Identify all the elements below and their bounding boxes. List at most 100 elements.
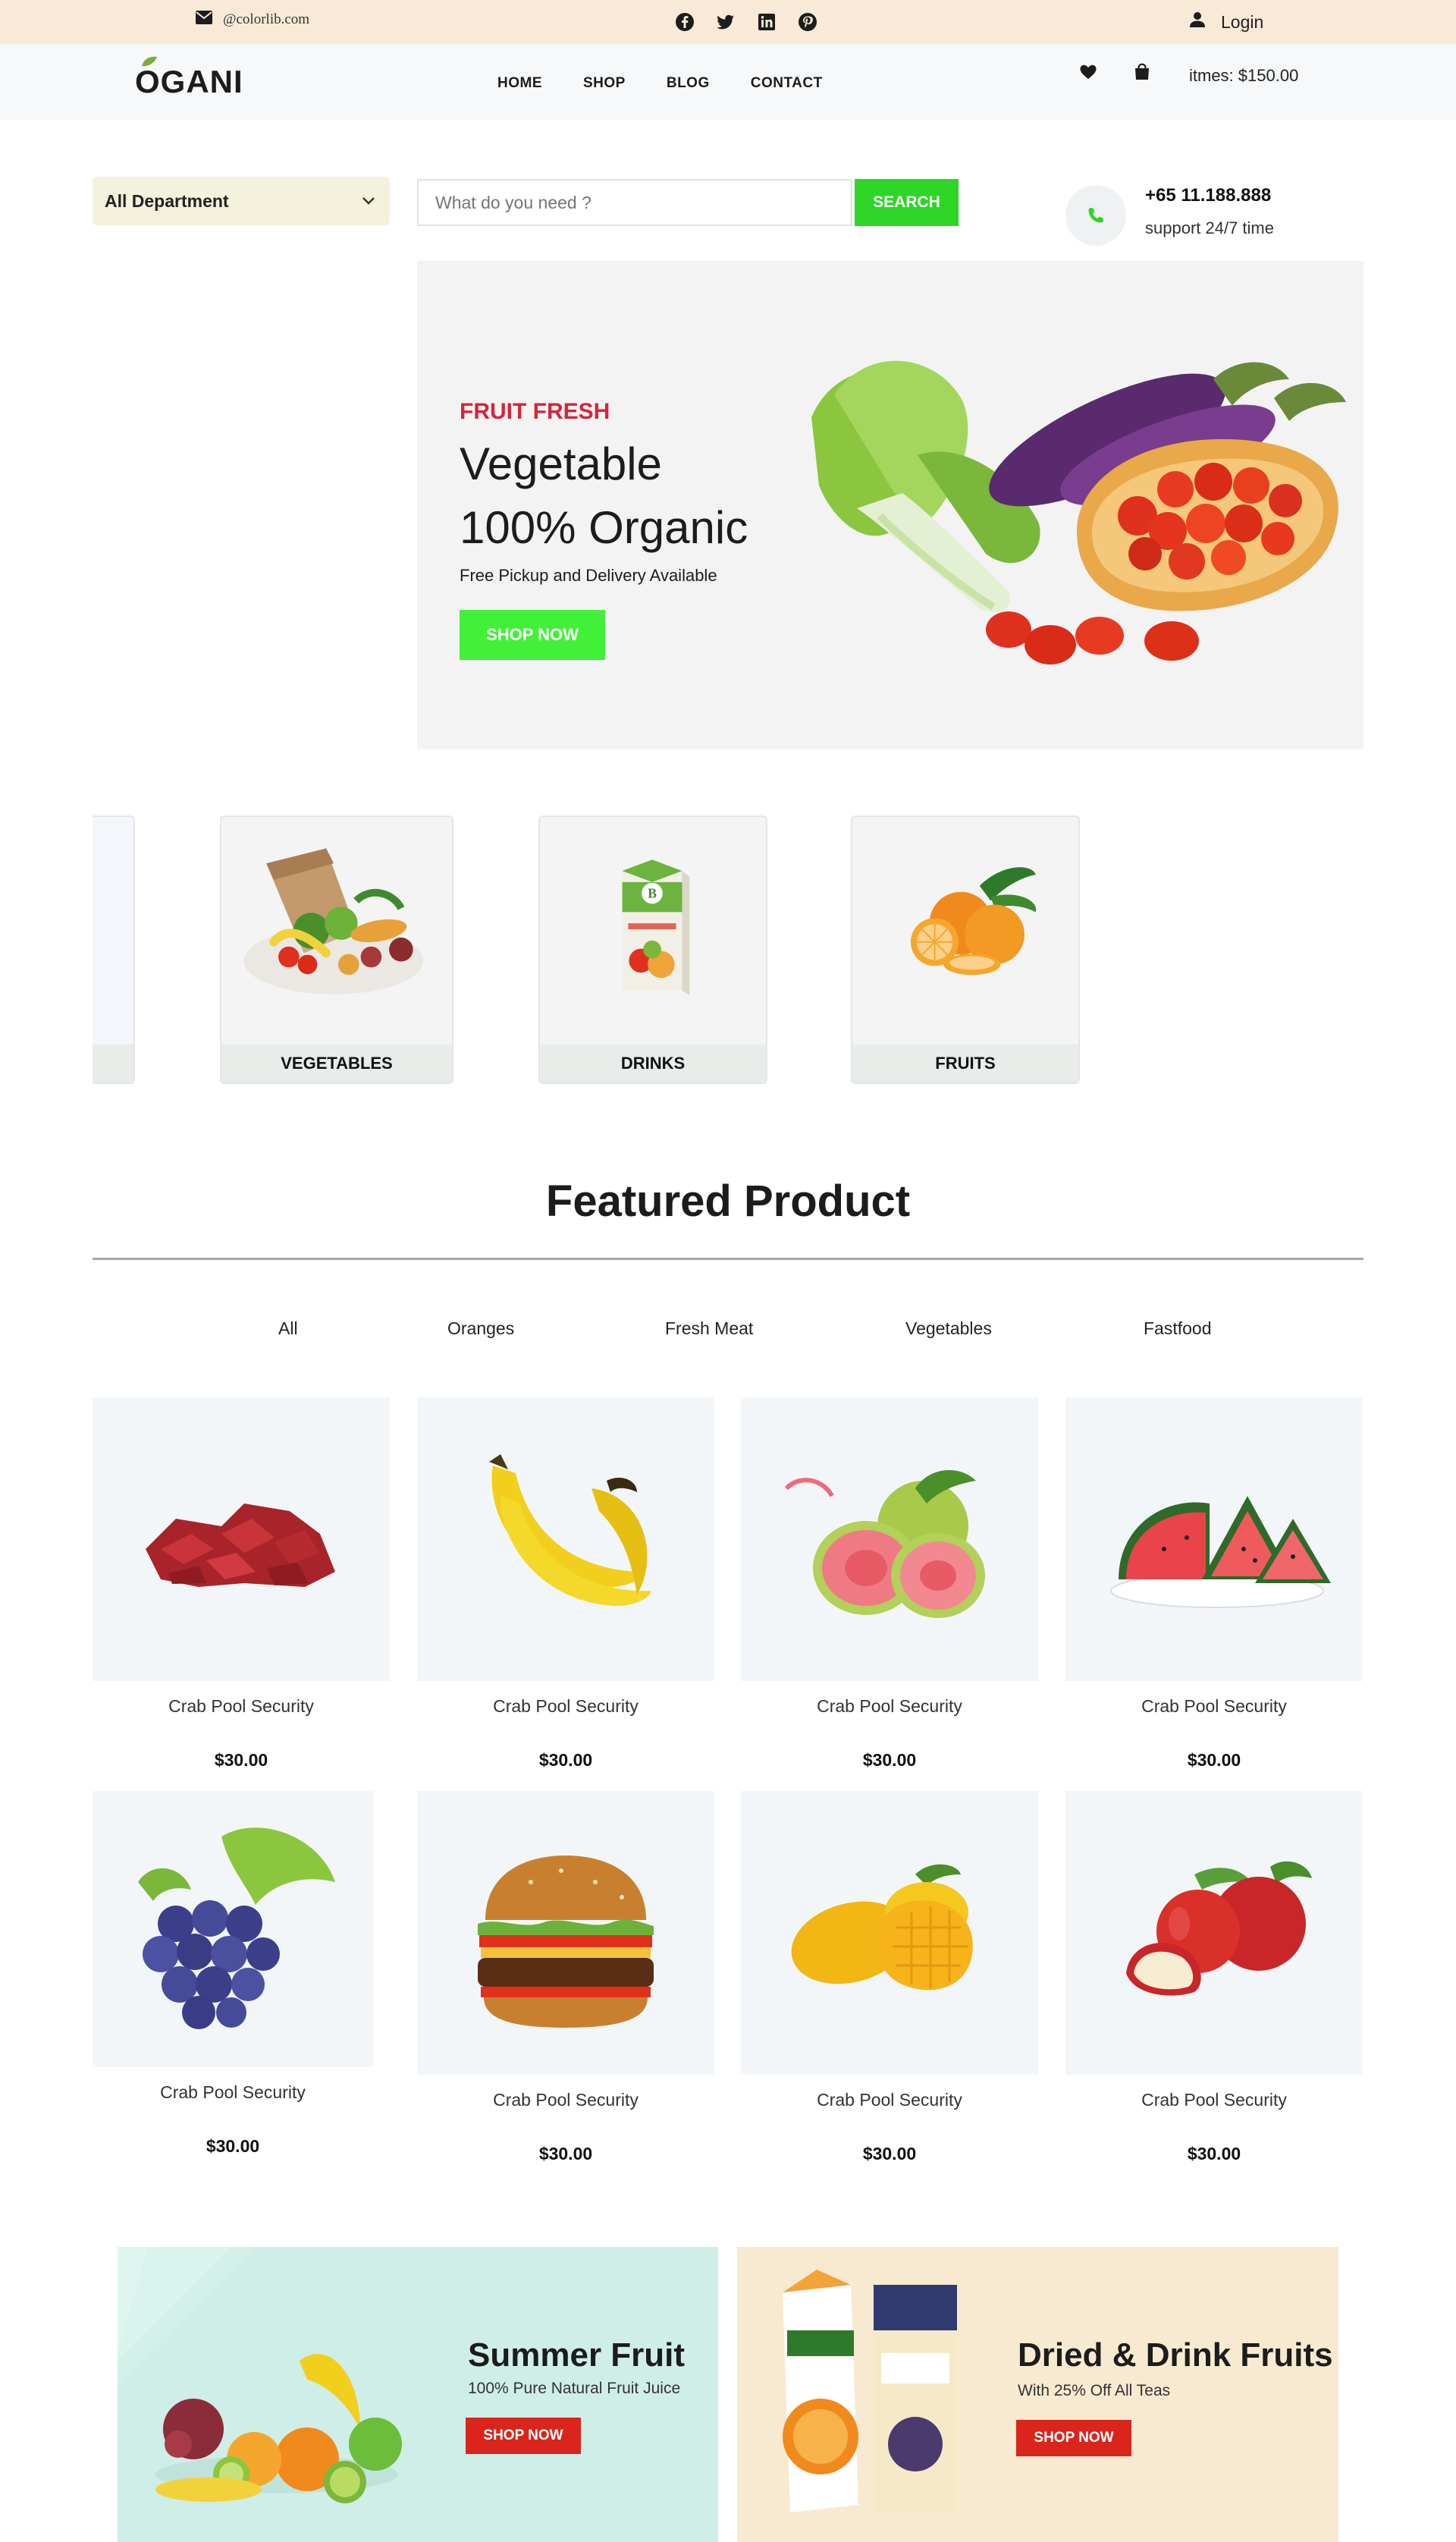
category-label-drinks: DRINKS	[540, 1045, 766, 1082]
product-name[interactable]: Crab Pool Security	[93, 1696, 390, 1717]
banner-subtitle: 100% Pure Natural Fruit Juice	[468, 2380, 681, 2397]
site-logo[interactable]: OGANI	[135, 56, 243, 100]
banner-title: Summer Fruit	[468, 2336, 686, 2374]
hero-tag: FRUIT FRESH	[460, 399, 610, 424]
cart-total[interactable]: itmes: $150.00	[1189, 66, 1298, 86]
nav-contact[interactable]: CONTACT	[751, 75, 823, 92]
product-price: $30.00	[862, 1750, 917, 1770]
product-image[interactable]	[1065, 1791, 1363, 2075]
category-card-vegetables[interactable]: VEGETABLES	[220, 815, 453, 1084]
department-label: All Department	[105, 190, 229, 211]
banana-icon	[489, 1454, 651, 1607]
support-phone[interactable]: +65 11.188.888	[1145, 185, 1271, 206]
oranges-icon	[910, 867, 1037, 976]
phone-badge	[1065, 185, 1126, 246]
filter-all[interactable]: All	[278, 1318, 298, 1339]
featured-divider	[93, 1258, 1363, 1260]
search-field[interactable]	[417, 179, 852, 226]
product-image[interactable]	[93, 1791, 373, 2067]
hero-title-line2: 100% Organic	[460, 502, 748, 553]
product-price: $30.00	[1187, 1750, 1241, 1770]
banner-dried-drink-fruits[interactable]: Dried & Drink Fruits With 25% Off All Te…	[737, 2247, 1338, 2542]
product-image[interactable]	[741, 1791, 1038, 2075]
category-label-fruits: FRUITS	[852, 1045, 1078, 1082]
chevron-down-icon	[362, 197, 375, 205]
hero-title: Vegetable 100% Organic	[460, 432, 808, 560]
shopping-bag-icon[interactable]	[1132, 62, 1152, 82]
product-price: $30.00	[206, 2136, 260, 2156]
nav-home[interactable]: HOME	[497, 75, 542, 92]
facebook-icon[interactable]	[675, 12, 695, 32]
hero-subtitle: Free Pickup and Delivery Available	[460, 566, 717, 585]
category-card-partial[interactable]	[93, 815, 135, 1084]
product-price: $30.00	[1187, 2144, 1241, 2163]
product-price: $30.00	[538, 2144, 593, 2163]
linkedin-icon[interactable]	[757, 12, 777, 32]
product-name[interactable]: Crab Pool Security	[1065, 1696, 1363, 1717]
grapes-icon	[138, 1827, 335, 2029]
filter-oranges[interactable]: Oranges	[447, 1318, 514, 1339]
product-name[interactable]: Crab Pool Security	[417, 2090, 714, 2110]
category-label-partial	[93, 1045, 133, 1082]
product-name[interactable]: Crab Pool Security	[741, 1696, 1038, 1717]
product-name[interactable]: Crab Pool Security	[741, 2090, 1038, 2110]
product-name[interactable]: Crab Pool Security	[1065, 2090, 1363, 2110]
product-name[interactable]: Crab Pool Security	[417, 1696, 714, 1717]
vegetables-hero-image	[811, 360, 1346, 665]
product-price: $30.00	[538, 1750, 593, 1770]
email-text: @colorlib.com	[223, 11, 310, 27]
support-hours: support 24/7 time	[1145, 218, 1274, 237]
social-links	[675, 12, 817, 32]
search-input[interactable]	[419, 181, 851, 225]
product-image[interactable]	[417, 1791, 714, 2075]
leaf-icon	[142, 56, 157, 67]
banner-shop-now-button[interactable]: SHOP NOW	[466, 2418, 581, 2454]
product-image[interactable]	[93, 1397, 390, 1681]
product-image[interactable]	[741, 1397, 1038, 1681]
filter-fastfood[interactable]: Fastfood	[1144, 1318, 1212, 1339]
juice-carton-icon: B	[622, 859, 690, 995]
twitter-icon[interactable]	[716, 12, 736, 32]
envelope-icon	[196, 11, 212, 29]
heart-icon[interactable]	[1078, 62, 1098, 82]
product-image[interactable]	[1065, 1397, 1363, 1681]
main-header: OGANI HOME SHOP BLOG CONTACT itmes: $150…	[0, 44, 1456, 120]
svg-text:B: B	[648, 886, 657, 901]
login-link[interactable]: Login	[1189, 11, 1263, 33]
department-dropdown[interactable]: All Department	[93, 177, 390, 225]
hero-banner: FRUIT FRESH Vegetable 100% Organic Free …	[417, 261, 1363, 749]
banner-shop-now-button[interactable]: SHOP NOW	[1016, 2420, 1131, 2456]
vegetable-bag-icon	[243, 848, 424, 994]
contact-email[interactable]: @colorlib.com	[196, 11, 309, 29]
hero-title-line1: Vegetable	[460, 438, 662, 489]
product-name[interactable]: Crab Pool Security	[93, 2082, 373, 2103]
product-price: $30.00	[862, 2144, 917, 2163]
pinterest-icon[interactable]	[798, 12, 817, 32]
phone-icon	[1088, 208, 1103, 223]
watermelon-icon	[1110, 1496, 1331, 1608]
user-icon	[1189, 11, 1206, 33]
mango-icon	[791, 1864, 973, 1991]
apple-icon	[1126, 1861, 1312, 1996]
filter-fresh-meat[interactable]: Fresh Meat	[665, 1318, 753, 1339]
logo-text: OGANI	[135, 64, 243, 99]
nav-shop[interactable]: SHOP	[583, 75, 626, 92]
featured-title: Featured Product	[545, 1177, 911, 1226]
guava-icon	[784, 1470, 985, 1618]
filter-vegetables[interactable]: Vegetables	[905, 1318, 992, 1339]
category-label-vegetables: VEGETABLES	[221, 1045, 452, 1082]
login-label: Login	[1221, 11, 1264, 32]
banner-title: Dried & Drink Fruits	[1018, 2336, 1333, 2374]
category-card-fruits[interactable]: FRUITS	[851, 815, 1080, 1084]
product-price: $30.00	[214, 1750, 268, 1770]
main-nav: HOME SHOP BLOG CONTACT	[497, 75, 823, 92]
nav-blog[interactable]: BLOG	[667, 75, 710, 92]
category-card-drinks[interactable]: B DRINKS	[538, 815, 767, 1084]
product-image[interactable]	[417, 1397, 714, 1681]
burger-icon	[478, 1855, 654, 2028]
hero-shop-now-button[interactable]: SHOP NOW	[460, 610, 605, 660]
banner-subtitle: With 25% Off All Teas	[1018, 2382, 1171, 2399]
search-button[interactable]: SEARCH	[855, 179, 959, 226]
product-filters: All Oranges Fresh Meat Vegetables Fastfo…	[0, 1318, 1456, 1341]
banner-summer-fruit[interactable]: Summer Fruit 100% Pure Natural Fruit Jui…	[118, 2247, 718, 2542]
